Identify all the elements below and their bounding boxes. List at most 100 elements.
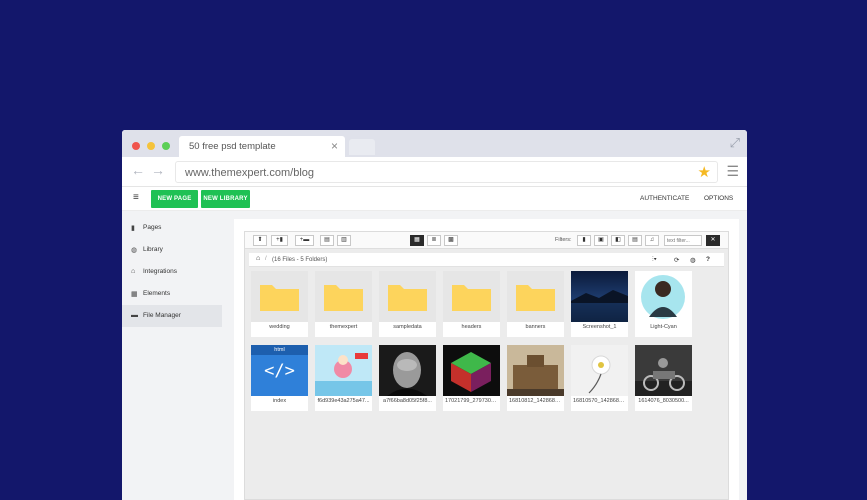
expand-icon[interactable]: ⤢ <box>730 135 740 151</box>
filter-audio-icon[interactable]: ♫ <box>645 235 659 246</box>
close-window-button[interactable] <box>132 142 140 150</box>
html-badge: html <box>251 345 308 355</box>
building-thumbnail <box>507 345 564 396</box>
new-tab-button[interactable] <box>349 139 375 155</box>
night-lake-thumbnail <box>571 271 628 322</box>
minimize-window-button[interactable] <box>147 142 155 150</box>
sidebar-item-file-manager[interactable]: ▬ File Manager <box>122 305 222 327</box>
image-tile-screenshot[interactable]: Screenshot_1 <box>571 271 628 337</box>
view-list-icon[interactable]: ≣ <box>427 235 441 246</box>
html-file-icon: html </> <box>251 345 308 396</box>
sort-icon[interactable]: ⫶▾ <box>652 256 657 264</box>
folder-tile-headers[interactable]: headers <box>443 271 500 337</box>
path-separator: / <box>265 256 267 262</box>
view-grid-icon[interactable]: ▦ <box>410 235 424 246</box>
folder-tile-wedding[interactable]: wedding <box>251 271 308 337</box>
library-icon: ◍ <box>131 247 138 254</box>
paste-icon[interactable]: ▤ <box>320 235 334 246</box>
forward-arrow-icon[interactable]: → <box>151 162 165 178</box>
folder-tile-themexpert[interactable]: themexpert <box>315 271 372 337</box>
sidebar-item-label: Elements <box>143 290 171 297</box>
sidebar-item-label: Integrations <box>143 268 177 275</box>
image-tile-portrait-bw[interactable]: a7f66ba8d05f25f8... <box>379 345 436 411</box>
back-arrow-icon[interactable]: ← <box>131 162 145 178</box>
maximize-window-button[interactable] <box>162 142 170 150</box>
refresh-icon[interactable]: ⟳ <box>674 256 679 264</box>
filters-label: Filters: <box>555 237 572 243</box>
options-link[interactable]: OPTIONS <box>704 195 733 202</box>
sidebar-item-elements[interactable]: ▦ Elements <box>122 283 232 305</box>
page-icon: ▮ <box>131 225 135 232</box>
file-manager-toolbar: ⬆ +▮ +▬ ▤ ▥ ▦ ≣ ▩ Filters: ▮ ▣ ◧ ▤ ♫ ✕ <box>245 232 728 249</box>
folder-icon <box>251 271 308 322</box>
folder-tile-banners[interactable]: banners <box>507 271 564 337</box>
tab-title: 50 free psd template <box>189 141 276 152</box>
upload-icon[interactable]: ⬆ <box>253 235 267 246</box>
menu-icon[interactable]: ☰ <box>726 163 739 180</box>
trash-icon[interactable]: ▥ <box>337 235 351 246</box>
cube-thumbnail <box>443 345 500 396</box>
title-bar: 50 free psd template × ⤢ <box>122 130 747 157</box>
sidebar-item-label: Pages <box>143 224 162 231</box>
sidebar-item-label: File Manager <box>143 312 181 319</box>
image-tile-anime[interactable]: f6d939e43a275a47... <box>315 345 372 411</box>
bw-portrait-thumbnail <box>379 345 436 396</box>
new-file-icon[interactable]: +▮ <box>271 235 288 246</box>
browser-tab[interactable]: 50 free psd template × <box>179 136 345 157</box>
sidebar-item-integrations[interactable]: ⌂ Integrations <box>122 261 232 283</box>
file-count: (16 Files - 5 Folders) <box>272 257 328 263</box>
hamburger-icon[interactable]: ≡ <box>133 192 139 203</box>
filter-file-icon[interactable]: ▮ <box>577 235 591 246</box>
motorbike-thumbnail <box>635 345 692 396</box>
tile-label: 17021799_2797309... <box>445 398 499 404</box>
tile-label: themexpert <box>329 324 358 330</box>
close-icon[interactable]: × <box>331 139 338 153</box>
anime-thumbnail <box>315 345 372 396</box>
tile-label: 16810812_1428684... <box>509 398 563 404</box>
filter-archive-icon[interactable]: ◧ <box>611 235 625 246</box>
url-field[interactable]: www.themexpert.com/blog ★ <box>175 161 718 183</box>
view-tiles-icon[interactable]: ▩ <box>444 235 458 246</box>
tile-label: headers <box>461 324 482 330</box>
code-icon: </> <box>264 361 295 381</box>
image-tile-flower[interactable]: 16810570_1428684... <box>571 345 628 411</box>
globe-icon[interactable]: ◍ <box>690 256 696 264</box>
filter-image-icon[interactable]: ▣ <box>594 235 608 246</box>
sidebar-item-library[interactable]: ◍ Library <box>122 239 232 261</box>
main-panel: ⬆ +▮ +▬ ▤ ▥ ▦ ≣ ▩ Filters: ▮ ▣ ◧ ▤ ♫ ✕ <box>234 219 739 500</box>
tile-label: 1614076_8030500... <box>638 398 689 404</box>
file-manager: ⬆ +▮ +▬ ▤ ▥ ▦ ≣ ▩ Filters: ▮ ▣ ◧ ▤ ♫ ✕ <box>244 231 729 500</box>
text-filter-input[interactable] <box>664 235 702 246</box>
help-icon[interactable]: ? <box>706 256 710 263</box>
image-tile-building[interactable]: 16810812_1428684... <box>507 345 564 411</box>
folder-icon <box>443 271 500 322</box>
folder-tile-sampledata[interactable]: sampledata <box>379 271 436 337</box>
url-text: www.themexpert.com/blog <box>185 167 314 179</box>
folder-icon <box>379 271 436 322</box>
star-icon[interactable]: ★ <box>698 163 711 181</box>
authenticate-link[interactable]: AUTHENTICATE <box>640 195 689 202</box>
new-library-button[interactable]: NEW LIBRARY <box>201 190 250 208</box>
flower-thumbnail <box>571 345 628 396</box>
tile-label: wedding <box>269 324 290 330</box>
new-page-button[interactable]: NEW PAGE <box>151 190 198 208</box>
integrations-icon: ⌂ <box>131 268 136 275</box>
filter-video-icon[interactable]: ▤ <box>628 235 642 246</box>
path-bar: ⌂ / (16 Files - 5 Folders) ⫶▾ ⟳ ◍ ? <box>249 253 724 267</box>
image-tile-light-cyan[interactable]: Light-Cyan <box>635 271 692 337</box>
file-tile-index-html[interactable]: html </> index <box>251 345 308 411</box>
folder-icon <box>315 271 372 322</box>
image-tile-cube[interactable]: 17021799_2797309... <box>443 345 500 411</box>
new-folder-icon[interactable]: +▬ <box>295 235 314 246</box>
folder-icon <box>507 271 564 322</box>
clear-filter-icon[interactable]: ✕ <box>706 235 720 246</box>
image-tile-motorbike[interactable]: 1614076_8030500... <box>635 345 692 411</box>
sidebar-item-label: Library <box>143 246 163 253</box>
folder-icon: ▬ <box>131 312 138 319</box>
app-toolbar: ≡ NEW PAGE NEW LIBRARY AUTHENTICATE OPTI… <box>122 187 747 211</box>
tile-label: banners <box>525 324 546 330</box>
home-icon[interactable]: ⌂ <box>256 255 260 262</box>
tile-label: f6d939e43a275a47... <box>317 398 370 404</box>
sidebar-item-pages[interactable]: ▮ Pages <box>122 217 232 239</box>
sidebar: ▮ Pages ◍ Library ⌂ Integrations ▦ Eleme… <box>122 217 232 327</box>
